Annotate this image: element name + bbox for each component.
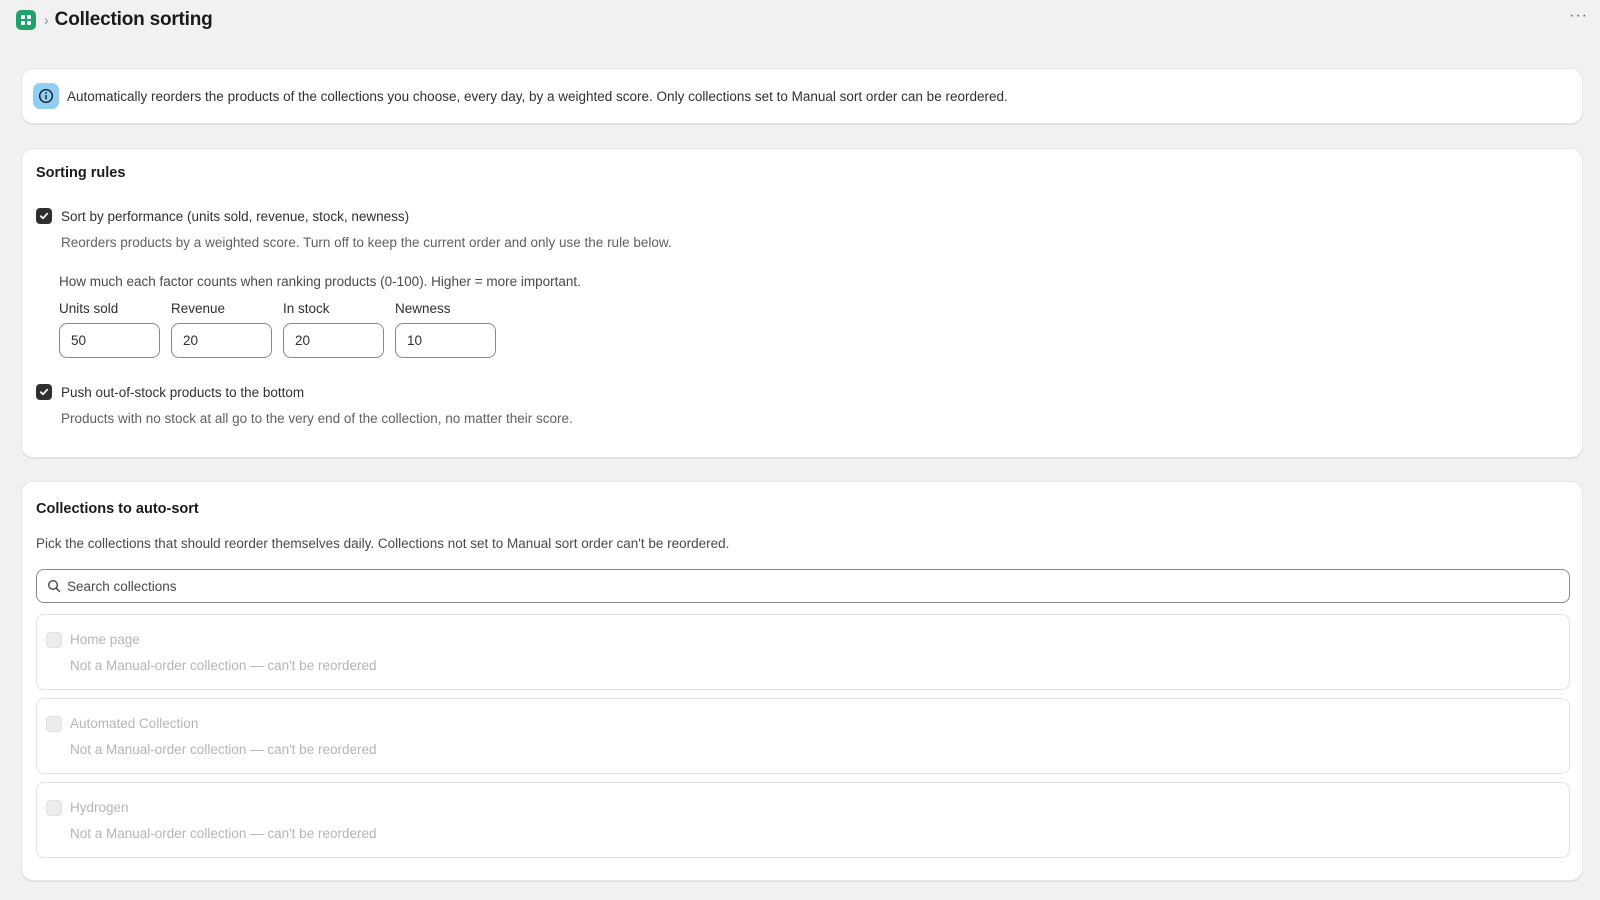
collection-item: Hydrogen Not a Manual-order collection —… (36, 782, 1570, 858)
weight-label: In stock (283, 301, 330, 316)
weight-label: Units sold (59, 301, 119, 316)
collection-item: Home page Not a Manual-order collection … (36, 614, 1570, 690)
chevron-right-icon: › (44, 12, 49, 28)
weights-intro: How much each factor counts when ranking… (59, 274, 581, 289)
collection-note: Not a Manual-order collection — can't be… (70, 826, 377, 841)
weight-label: Revenue (171, 301, 226, 316)
collection-name: Home page (70, 632, 140, 647)
performance-checkbox[interactable] (36, 208, 52, 224)
collection-checkbox (46, 632, 62, 648)
banner-text: Automatically reorders the products of t… (67, 88, 1008, 104)
weight-label: Newness (395, 301, 451, 316)
weight-field-newness: Newness (395, 301, 496, 358)
sorting-rules-card: Sorting rules Sort by performance (units… (21, 148, 1583, 458)
collection-checkbox (46, 800, 62, 816)
out-of-stock-help: Products with no stock at all go to the … (61, 411, 573, 426)
out-of-stock-checkbox[interactable] (36, 384, 52, 400)
collections-title: Collections to auto-sort (36, 501, 199, 517)
collections-card: Collections to auto-sort Pick the collec… (21, 481, 1583, 881)
performance-label[interactable]: Sort by performance (units sold, revenue… (61, 209, 409, 224)
info-banner: Automatically reorders the products of t… (21, 68, 1583, 124)
search-field[interactable] (36, 569, 1570, 603)
checkmark-icon (39, 388, 49, 396)
page-title: Collection sorting (54, 9, 213, 30)
newness-input[interactable] (395, 323, 496, 358)
top-bar: › Collection sorting (0, 0, 1600, 40)
more-icon[interactable]: ··· (1569, 7, 1588, 25)
search-input[interactable] (67, 578, 1547, 594)
collection-note: Not a Manual-order collection — can't be… (70, 742, 377, 757)
weight-field-units-sold: Units sold (59, 301, 160, 358)
performance-help: Reorders products by a weighted score. T… (61, 235, 672, 250)
info-icon (33, 83, 59, 109)
collection-name: Hydrogen (70, 800, 129, 815)
checkmark-icon (39, 212, 49, 220)
collection-checkbox (46, 716, 62, 732)
collection-name: Automated Collection (70, 716, 199, 731)
in-stock-input[interactable] (283, 323, 384, 358)
weights-group: Units sold Revenue In stock Newness (59, 301, 496, 358)
out-of-stock-label[interactable]: Push out-of-stock products to the bottom (61, 385, 304, 400)
collection-item: Automated Collection Not a Manual-order … (36, 698, 1570, 774)
sorting-rules-title: Sorting rules (36, 165, 126, 181)
search-icon (47, 579, 61, 593)
app-icon[interactable] (16, 10, 36, 30)
performance-option: Sort by performance (units sold, revenue… (36, 208, 409, 224)
weight-field-revenue: Revenue (171, 301, 272, 358)
out-of-stock-option: Push out-of-stock products to the bottom (36, 384, 304, 400)
collection-note: Not a Manual-order collection — can't be… (70, 658, 377, 673)
revenue-input[interactable] (171, 323, 272, 358)
units-sold-input[interactable] (59, 323, 160, 358)
collections-description: Pick the collections that should reorder… (36, 536, 730, 551)
weight-field-in-stock: In stock (283, 301, 384, 358)
